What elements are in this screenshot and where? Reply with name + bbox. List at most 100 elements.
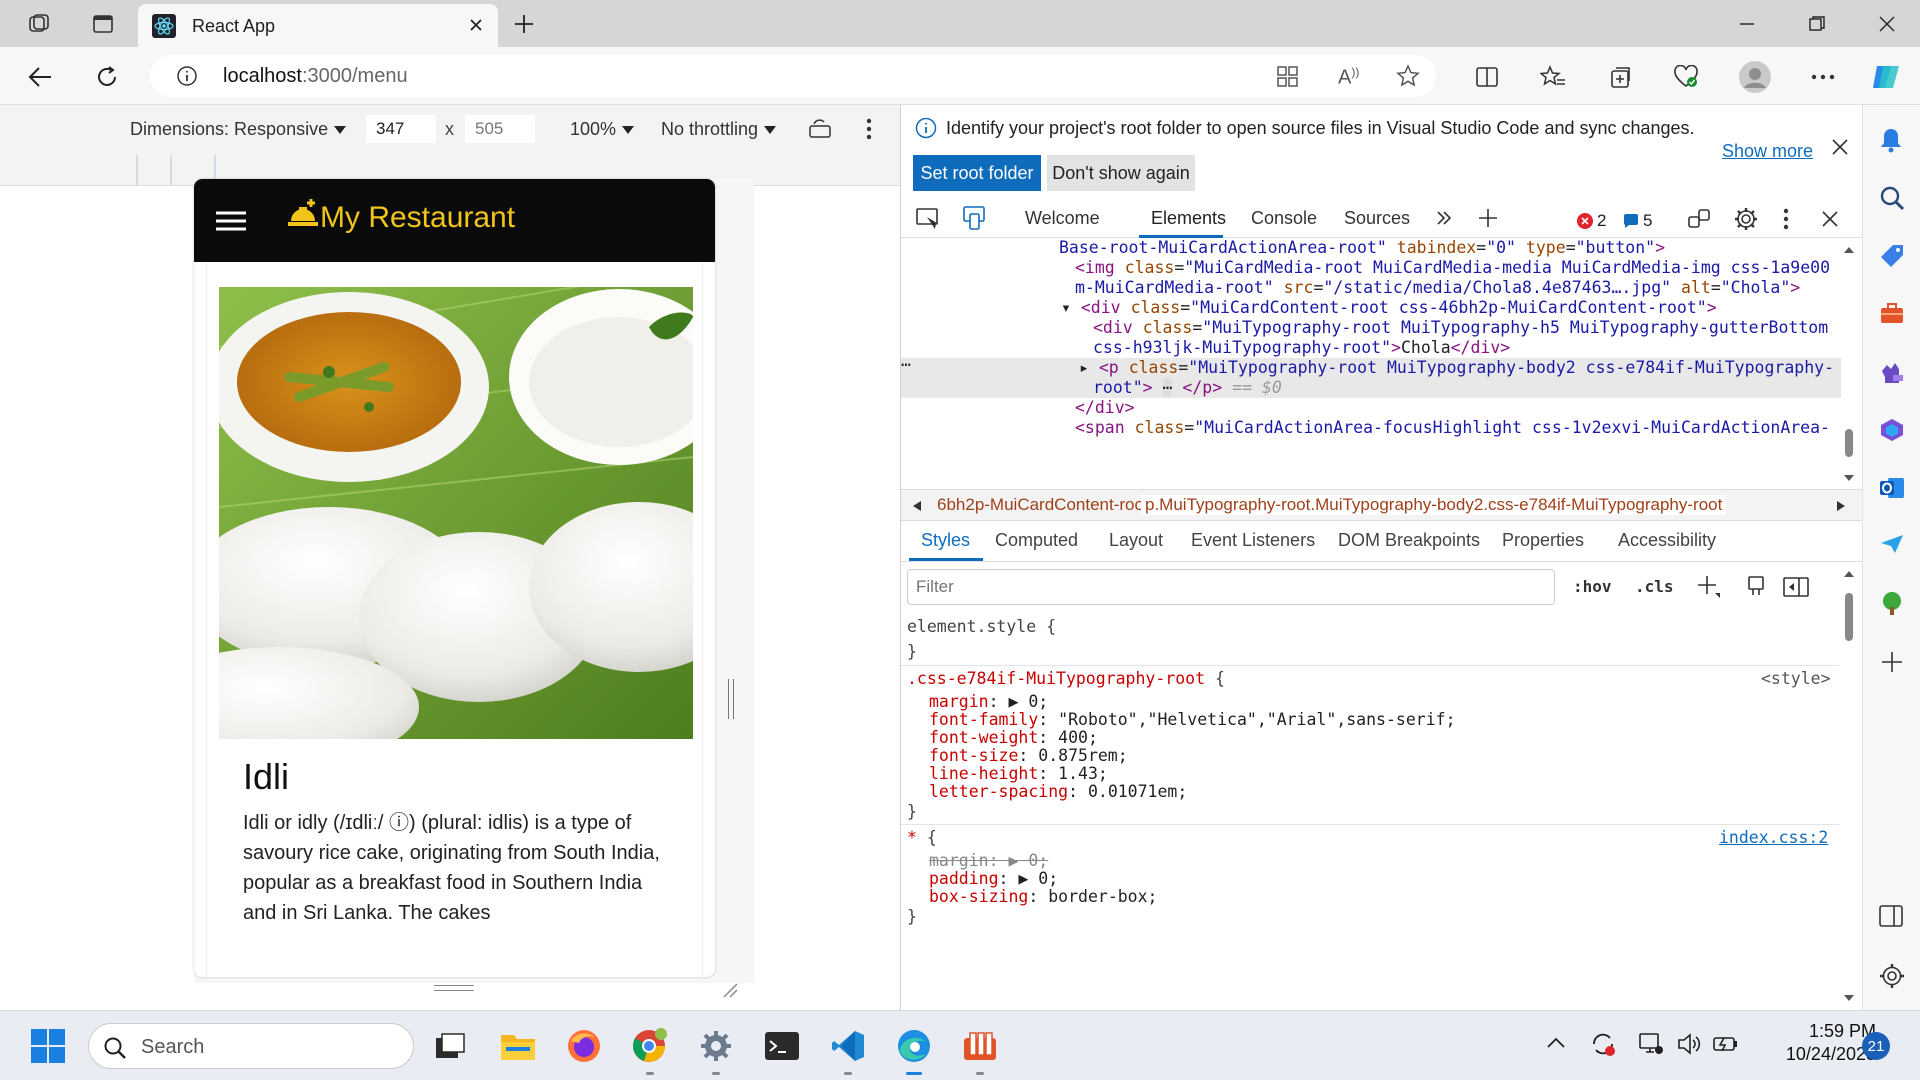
css-declaration[interactable]: line-height: 1.43;: [929, 765, 1456, 783]
favorites-icon[interactable]: [1538, 62, 1568, 92]
settings-app-icon[interactable]: [692, 1023, 740, 1075]
outlook-icon[interactable]: [1879, 475, 1905, 501]
notifications-bell-icon[interactable]: [1879, 127, 1903, 153]
css-property-value[interactable]: : 1.43;: [1038, 764, 1108, 783]
css-property-value[interactable]: : 0.01071em;: [1068, 782, 1187, 801]
tab-computed[interactable]: Computed: [995, 530, 1078, 551]
windows-start-icon[interactable]: [24, 1023, 72, 1069]
app-icon[interactable]: [956, 1023, 1004, 1075]
volume-icon[interactable]: [1676, 1031, 1702, 1057]
settings-gear-icon[interactable]: [1733, 206, 1759, 232]
close-tab-icon[interactable]: [468, 17, 484, 33]
tab-actions-icon[interactable]: [88, 10, 118, 38]
dom-line[interactable]: </div>: [1075, 398, 1135, 417]
zoom-dropdown[interactable]: 100%: [570, 119, 635, 140]
new-style-rule-icon[interactable]: [1697, 575, 1721, 599]
resize-handle-right[interactable]: [728, 679, 734, 719]
breadcrumb-item[interactable]: 6bh2p-MuiCardContent-root: [937, 495, 1149, 515]
dom-node-menu-icon[interactable]: …: [901, 351, 911, 370]
minimize-icon[interactable]: [1732, 10, 1762, 38]
firefox-icon[interactable]: [560, 1023, 608, 1069]
dom-line[interactable]: root"> ⋯ </p> == $0: [1093, 378, 1282, 397]
battery-icon[interactable]: [1712, 1031, 1740, 1057]
tab-accessibility[interactable]: Accessibility: [1618, 530, 1716, 551]
css-property-value[interactable]: : ▶ 0;: [989, 692, 1049, 711]
workspaces-icon[interactable]: [24, 10, 54, 38]
microsoft-365-icon[interactable]: [1879, 417, 1905, 443]
height-input[interactable]: 505: [465, 115, 535, 143]
css-property-name[interactable]: line-height: [929, 764, 1038, 783]
dom-scrollbar[interactable]: [1839, 239, 1859, 489]
tab-elements[interactable]: Elements: [1151, 208, 1226, 229]
tab-sources[interactable]: Sources: [1344, 208, 1410, 229]
css-property-name[interactable]: margin: [929, 692, 989, 711]
css-property-name[interactable]: font-weight: [929, 728, 1038, 747]
brand-title[interactable]: My Restaurant: [320, 201, 515, 235]
tab-styles[interactable]: Styles: [921, 530, 970, 551]
css-declaration[interactable]: letter-spacing: 0.01071em;: [929, 783, 1456, 801]
css-declaration[interactable]: font-size: 0.875rem;: [929, 747, 1456, 765]
cls-toggle[interactable]: .cls: [1635, 577, 1674, 596]
split-screen-icon[interactable]: [1472, 62, 1502, 92]
css-property-name[interactable]: padding: [929, 869, 999, 888]
restore-icon[interactable]: [1802, 10, 1832, 38]
tab-layout[interactable]: Layout: [1109, 530, 1163, 551]
connection-icon[interactable]: [1687, 207, 1711, 231]
dom-line[interactable]: ▸ <p class="MuiTypography-root MuiTypogr…: [1079, 358, 1834, 377]
add-tab-icon[interactable]: [1478, 208, 1498, 228]
tab-dom-breakpoints[interactable]: DOM Breakpoints: [1338, 530, 1480, 551]
terminal-icon[interactable]: [758, 1023, 806, 1069]
show-more-link[interactable]: Show more: [1722, 141, 1813, 162]
chrome-dev-icon[interactable]: [626, 1023, 674, 1075]
rotate-icon[interactable]: [808, 119, 832, 139]
devtools-more-icon[interactable]: [1783, 208, 1789, 230]
tab-event-listeners[interactable]: Event Listeners: [1191, 530, 1315, 551]
show-hidden-icons[interactable]: [1546, 1035, 1566, 1049]
collections-icon[interactable]: [1605, 62, 1635, 92]
dom-line[interactable]: Base-root-MuiCardActionArea-root" tabind…: [1059, 239, 1665, 257]
favorite-star-icon[interactable]: [1396, 64, 1420, 88]
resize-handle-bottom[interactable]: [434, 985, 474, 991]
css-property-value[interactable]: : ▶ 0;: [989, 851, 1049, 870]
css-property-value[interactable]: : 0.875rem;: [1018, 746, 1127, 765]
emulation-more-icon[interactable]: [866, 118, 872, 140]
hov-toggle[interactable]: :hov: [1573, 577, 1612, 596]
clock[interactable]: 1:59 PM 10/24/2023: [1750, 1021, 1876, 1065]
css-declaration[interactable]: padding: ▶ 0;: [929, 870, 1157, 888]
css-property-value[interactable]: : ▶ 0;: [999, 869, 1059, 888]
rule2-selector[interactable]: * {: [907, 828, 937, 847]
throttling-dropdown[interactable]: No throttling: [661, 119, 777, 140]
toggle-sidebar-icon[interactable]: [1783, 577, 1809, 597]
browser-tab[interactable]: React App: [138, 4, 498, 47]
css-declaration[interactable]: box-sizing: border-box;: [929, 888, 1157, 906]
breadcrumb-item-active[interactable]: p.MuiTypography-root.MuiTypography-body2…: [1141, 495, 1727, 515]
css-property-name[interactable]: font-size: [929, 746, 1018, 765]
resize-corner-icon[interactable]: [722, 982, 738, 998]
sidebar-settings-icon[interactable]: [1879, 963, 1905, 989]
dom-line[interactable]: ▾ <div class="MuiCardContent-root css-46…: [1061, 298, 1717, 317]
tab-console[interactable]: Console: [1251, 208, 1317, 229]
width-input[interactable]: 347: [366, 115, 436, 143]
css-declaration[interactable]: font-weight: 400;: [929, 729, 1456, 747]
sync-icon[interactable]: [1590, 1031, 1616, 1057]
dom-line[interactable]: <span class="MuiCardActionArea-focusHigh…: [1075, 418, 1830, 437]
more-menu-icon[interactable]: [1808, 62, 1838, 92]
games-icon[interactable]: [1879, 359, 1905, 385]
tree-icon[interactable]: [1879, 591, 1905, 617]
close-window-icon[interactable]: [1872, 10, 1902, 38]
message-counter[interactable]: 5: [1623, 211, 1652, 231]
dom-tree[interactable]: Base-root-MuiCardActionArea-root" tabind…: [901, 239, 1841, 494]
menu-card[interactable]: Idli Idli or idly (/ɪdliː/ ⓘ) (plural: i…: [206, 262, 703, 977]
dom-line[interactable]: css-h93ljk-MuiTypography-root">Chola</di…: [1093, 338, 1510, 357]
site-info-icon[interactable]: [176, 65, 198, 87]
styles-scrollbar[interactable]: [1839, 563, 1859, 1008]
dom-line[interactable]: <div class="MuiTypography-root MuiTypogr…: [1093, 318, 1828, 337]
set-root-folder-button[interactable]: Set root folder: [913, 155, 1041, 191]
css-property-value[interactable]: : 400;: [1038, 728, 1098, 747]
app-available-icon[interactable]: [1276, 65, 1300, 87]
css-property-name[interactable]: letter-spacing: [929, 782, 1068, 801]
network-icon[interactable]: [1638, 1031, 1664, 1057]
hamburger-menu-icon[interactable]: [216, 211, 246, 231]
element-style-rule[interactable]: element.style {: [907, 617, 1056, 636]
vscode-icon[interactable]: [824, 1023, 872, 1075]
